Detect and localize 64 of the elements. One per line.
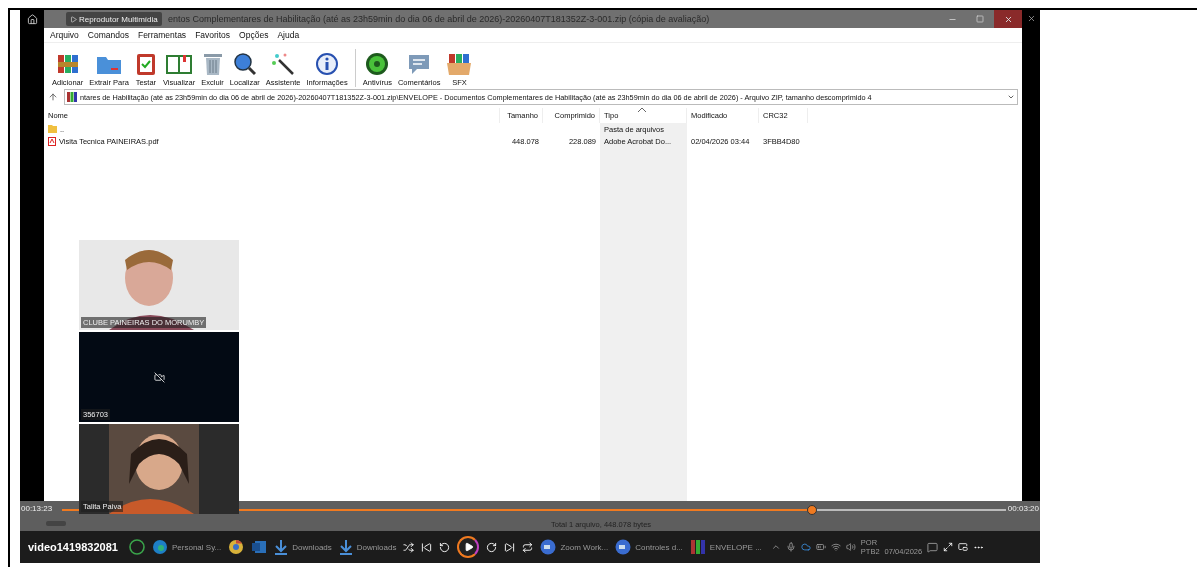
forward-icon[interactable]	[486, 541, 498, 553]
mail-app-icon[interactable]	[251, 539, 268, 555]
trash-icon	[201, 52, 224, 76]
menu-item[interactable]: Ajuda	[277, 30, 300, 40]
box-icon	[446, 52, 473, 76]
archive-icon	[67, 92, 77, 102]
toggle-icon	[46, 521, 66, 526]
video-app-icon[interactable]	[615, 539, 632, 555]
rewind-icon[interactable]	[439, 541, 451, 553]
menu-item[interactable]: Favoritos	[195, 30, 231, 40]
taskbar-label[interactable]: Zoom Work...	[560, 542, 609, 552]
speech-bubble-icon	[407, 52, 432, 76]
search-icon	[232, 52, 257, 76]
taskbar-label[interactable]: ENVELOPE ...	[709, 542, 762, 552]
taskbar-label[interactable]: Controles d...	[635, 542, 683, 552]
dropdown-icon[interactable]	[1007, 93, 1015, 101]
volume-icon[interactable]	[845, 542, 856, 552]
duration-time: 00:03:20	[1007, 504, 1039, 513]
path-field[interactable]	[64, 89, 1018, 105]
download-icon[interactable]	[338, 539, 353, 555]
menu-item[interactable]: Opções	[239, 30, 269, 40]
microphone-icon[interactable]	[785, 542, 796, 552]
next-icon[interactable]	[504, 541, 516, 553]
seek-thumb[interactable]	[807, 505, 818, 515]
camera-off-icon	[153, 371, 165, 383]
taskbar-label[interactable]: Downloads	[292, 542, 332, 552]
mini-player-icon[interactable]	[958, 542, 969, 552]
home-icon[interactable]	[26, 14, 38, 25]
video-name: video1419832081	[28, 541, 119, 553]
repeat-icon[interactable]	[522, 541, 534, 553]
video-app-icon[interactable]	[540, 539, 557, 555]
menu-item[interactable]: Comandos	[87, 30, 129, 40]
close-icon[interactable]	[1026, 14, 1036, 23]
browser-icon[interactable]	[152, 539, 168, 555]
sort-icon	[638, 107, 646, 112]
book-stack-icon	[55, 52, 80, 76]
notification-icon[interactable]	[927, 541, 939, 553]
close-icon[interactable]	[1003, 14, 1013, 24]
chat-bubble-icon[interactable]	[129, 539, 145, 555]
fullscreen-icon[interactable]	[943, 542, 954, 552]
info-icon	[315, 52, 340, 76]
window-title: entos Complementares de Habilitação (até as 23h59min do dia 06 de abril de 2026)-20260407T181352Z-3-001.zip (cópia de avaliação)	[168, 14, 710, 24]
book-stack-icon[interactable]	[689, 539, 706, 555]
download-icon[interactable]	[274, 539, 289, 555]
book-icon	[165, 52, 194, 76]
magic-wand-icon	[271, 52, 296, 76]
battery-icon[interactable]	[815, 542, 826, 552]
menu-item[interactable]: Arquivo	[50, 30, 79, 40]
chevron-icon[interactable]	[770, 542, 781, 552]
cloud-icon[interactable]	[800, 542, 811, 552]
shuffle-icon[interactable]	[403, 541, 415, 553]
wifi-icon[interactable]	[830, 542, 841, 552]
previous-icon[interactable]	[421, 541, 433, 553]
taskbar-label[interactable]: Personal Sy...	[172, 542, 222, 552]
play-icon[interactable]	[464, 542, 475, 552]
menu-item[interactable]: Ferramentas	[137, 30, 187, 40]
browser-icon[interactable]	[228, 539, 245, 555]
play-button[interactable]	[457, 536, 480, 558]
up-icon[interactable]	[48, 92, 58, 102]
taskbar-label[interactable]: Downloads	[356, 542, 397, 552]
clipboard-icon	[134, 52, 157, 76]
play-icon	[70, 15, 77, 23]
elapsed-time: 00:13:23	[21, 504, 53, 513]
player-title: Reprodutor Multimídia	[66, 12, 162, 26]
